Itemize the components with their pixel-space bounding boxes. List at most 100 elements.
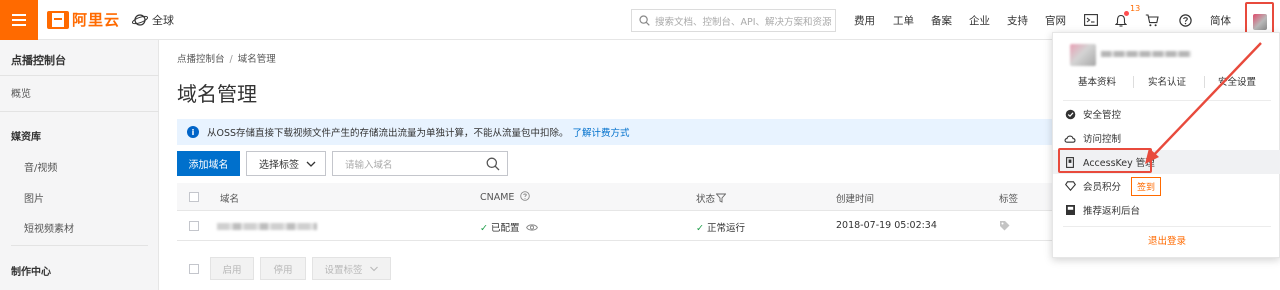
domain-search-input[interactable]: 请输入域名: [332, 151, 508, 176]
eye-icon[interactable]: [525, 223, 538, 232]
notice-text: 从OSS存储直接下载视频文件产生的存储流出流量为单独计算，不能从流量包中扣除。: [207, 128, 569, 139]
page-title: 域名管理: [177, 82, 257, 106]
info-icon: i: [187, 126, 199, 138]
breadcrumb-separator: /: [229, 54, 233, 65]
cart-count: 13: [1130, 4, 1141, 13]
menu-button[interactable]: [0, 0, 38, 40]
nav-filing[interactable]: 备案: [931, 13, 952, 28]
bell-icon[interactable]: [1112, 11, 1130, 29]
cart-icon[interactable]: [1143, 11, 1161, 29]
terminal-icon[interactable]: [1082, 11, 1100, 29]
logo-mark-icon: [47, 10, 69, 29]
nav-website[interactable]: 官网: [1045, 13, 1066, 28]
domain-placeholder: 请输入域名: [345, 159, 393, 171]
cloud-icon: [1064, 132, 1076, 144]
set-tags-button[interactable]: 设置标签: [312, 257, 391, 280]
column-status: 状态: [696, 191, 727, 205]
sidebar-item-images[interactable]: 图片: [24, 190, 44, 205]
help-icon[interactable]: [520, 191, 531, 201]
column-domain: 域名: [220, 194, 240, 205]
profile-link[interactable]: 基本资料: [1078, 74, 1116, 88]
security-settings-link[interactable]: 安全设置: [1218, 74, 1256, 88]
help-icon[interactable]: [1176, 11, 1194, 29]
chevron-down-icon: [306, 161, 316, 167]
menu-item-label: 安全管控: [1083, 110, 1122, 121]
account-links: 基本资料 实名认证 安全设置: [1053, 74, 1280, 92]
global-search-input[interactable]: 搜索文档、控制台、API、解决方案和资源: [631, 9, 836, 32]
menu-item-referral[interactable]: 推荐返利后台: [1053, 198, 1280, 222]
menu-item-access-control[interactable]: 访问控制: [1053, 126, 1280, 150]
search-icon[interactable]: [486, 157, 500, 171]
column-created: 创建时间: [836, 194, 875, 205]
table-header: 域名 CNAME 状态 创建时间 标签: [177, 183, 1055, 211]
row-checkbox[interactable]: [189, 221, 199, 231]
sidebar-section-production: 制作中心: [11, 267, 51, 278]
column-tags: 标签: [999, 194, 1019, 205]
notice-banner: i 从OSS存储直接下载视频文件产生的存储流出流量为单独计算，不能从流量包中扣除…: [177, 119, 1055, 145]
logout-button[interactable]: 退出登录: [1053, 233, 1280, 247]
menu-item-points[interactable]: 会员积分 签到: [1053, 174, 1280, 198]
enable-button[interactable]: 启用: [210, 257, 254, 280]
sidebar-divider: [0, 75, 159, 76]
sidebar-item-audio-video[interactable]: 音/视频: [24, 159, 57, 174]
real-name-link[interactable]: 实名认证: [1148, 74, 1186, 88]
sign-in-button[interactable]: 签到: [1131, 176, 1162, 196]
cname-status: ✓ 已配置: [480, 220, 538, 234]
filter-icon[interactable]: [715, 193, 727, 203]
link-divider: [1204, 76, 1205, 88]
shield-icon: [1064, 108, 1076, 120]
username-redacted: [1101, 51, 1191, 57]
search-placeholder: 搜索文档、控制台、API、解决方案和资源: [655, 16, 832, 28]
sidebar-divider: [11, 245, 148, 246]
diamond-icon: [1064, 180, 1076, 192]
dropdown-divider: [1063, 100, 1271, 101]
sidebar-title: 点播控制台: [11, 54, 66, 67]
add-domain-button[interactable]: 添加域名: [177, 151, 240, 176]
sidebar-divider: [0, 111, 159, 112]
set-tags-label: 设置标签: [324, 264, 363, 276]
created-time: 2018-07-19 05:02:34: [836, 220, 937, 231]
search-icon: [639, 15, 650, 26]
menu-item-label: 推荐返利后台: [1083, 206, 1141, 217]
sidebar: 点播控制台 概览 媒资库 音/视频 图片 短视频素材 制作中心: [0, 40, 159, 290]
logo-text: 阿里云: [72, 11, 121, 29]
footer-select-all-checkbox[interactable]: [189, 264, 199, 274]
sidebar-item-short-video[interactable]: 短视频素材: [24, 220, 74, 235]
status-value: 正常运行: [706, 223, 745, 234]
chevron-down-icon: [369, 266, 378, 271]
tag-icon[interactable]: [999, 220, 1010, 231]
billing-link[interactable]: 了解计费方式: [573, 125, 630, 139]
breadcrumb: 点播控制台 / 域名管理: [177, 51, 276, 65]
notification-dot: [1124, 11, 1129, 16]
menu-item-label: 访问控制: [1083, 134, 1122, 145]
nav-enterprise[interactable]: 企业: [969, 13, 990, 28]
link-divider: [1133, 76, 1134, 88]
region-selector[interactable]: 全球: [132, 12, 174, 28]
run-status: ✓ 正常运行: [696, 223, 745, 234]
select-all-checkbox[interactable]: [189, 192, 199, 202]
hamburger-icon: [12, 19, 26, 21]
user-menu-dropdown: 基本资料 实名认证 安全设置 安全管控 访问控制 AccessKey 管理 会员…: [1052, 32, 1280, 258]
accesskey-highlight-box: [1058, 148, 1152, 173]
breadcrumb-root[interactable]: 点播控制台: [177, 54, 225, 65]
domain-name-redacted[interactable]: [217, 223, 317, 230]
region-label: 全球: [152, 14, 174, 27]
sidebar-item-overview[interactable]: 概览: [11, 85, 31, 100]
tag-select-label: 选择标签: [259, 160, 299, 171]
menu-item-label: 会员积分: [1083, 182, 1122, 193]
globe-icon: [132, 14, 148, 26]
avatar: [1252, 14, 1267, 30]
disable-button[interactable]: 停用: [260, 257, 306, 280]
column-cname: CNAME: [480, 191, 531, 203]
menu-item-security-control[interactable]: 安全管控: [1053, 102, 1280, 126]
nav-support[interactable]: 支持: [1007, 13, 1028, 28]
breadcrumb-current: 域名管理: [237, 54, 276, 65]
nav-tickets[interactable]: 工单: [893, 13, 914, 28]
column-status-label: 状态: [696, 194, 716, 205]
dropdown-avatar: [1070, 44, 1096, 66]
aliyun-logo[interactable]: 阿里云: [47, 9, 120, 30]
dropdown-divider: [1063, 226, 1271, 227]
nav-fees[interactable]: 费用: [854, 13, 875, 28]
language-selector[interactable]: 简体: [1210, 13, 1231, 28]
tag-select[interactable]: 选择标签: [246, 151, 326, 176]
